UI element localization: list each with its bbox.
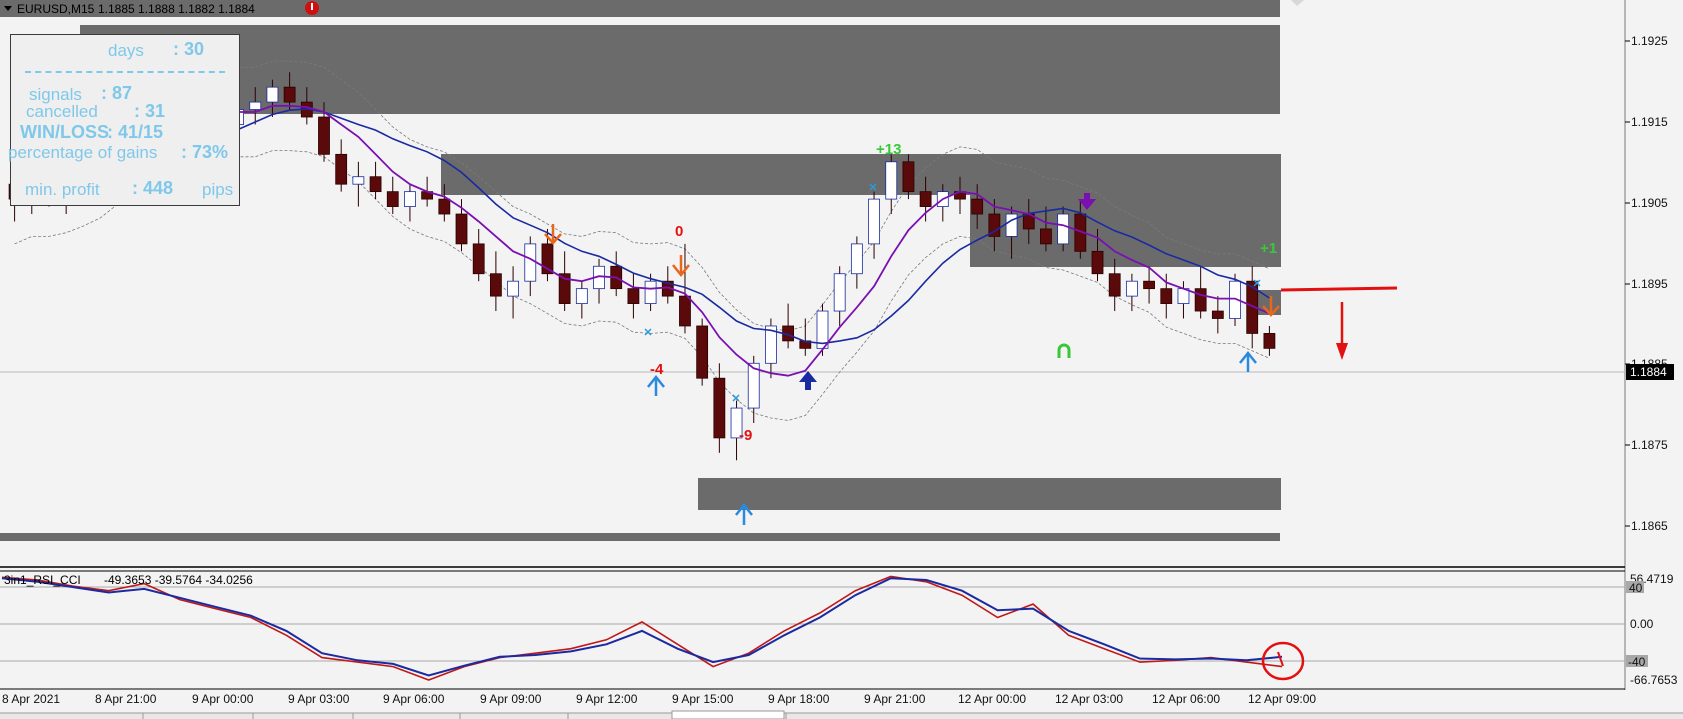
days-label: days <box>108 41 144 60</box>
candle <box>696 318 709 386</box>
signals-value: : 87 <box>101 83 133 103</box>
tab-active[interactable] <box>671 710 785 719</box>
winloss-label: WIN/LOSS <box>20 122 109 142</box>
signal-result-label: -4 <box>650 361 664 378</box>
indicator-series-line <box>1 575 1283 681</box>
signal-result-label: 0 <box>675 223 683 240</box>
winloss-value: : 41/15 <box>107 122 164 142</box>
price-tick: 1.1895 <box>1631 277 1668 291</box>
cancelled-label: cancelled <box>26 102 98 121</box>
time-tick: 9 Apr 06:00 <box>383 692 445 706</box>
divider <box>25 71 225 73</box>
resistance-zone-upper <box>80 25 1280 114</box>
profit-value: : 448 <box>132 178 174 198</box>
time-tick: 9 Apr 15:00 <box>672 692 734 706</box>
signal-result-label: -9 <box>739 427 752 444</box>
indicator-values: -49.3653 -39.5764 -34.0256 <box>104 573 253 587</box>
time-tick: 12 Apr 09:00 <box>1248 692 1316 706</box>
signal-result-label: +1 <box>1260 240 1277 257</box>
support-zone-bottom <box>0 533 1280 541</box>
price-axis[interactable]: 1.1925 1.1915 1.1905 1.1895 1.1885 1.187… <box>1625 34 1674 533</box>
price-tick: 1.1875 <box>1631 438 1668 452</box>
indicator-level-mid-label: 0.00 <box>1630 617 1654 631</box>
time-tick: 12 Apr 03:00 <box>1055 692 1123 706</box>
indicator-min: -66.7653 <box>1630 673 1678 687</box>
time-tick: 9 Apr 09:00 <box>480 692 542 706</box>
time-tick: 12 Apr 00:00 <box>958 692 1026 706</box>
price-tick: 1.1905 <box>1631 196 1668 210</box>
time-tick: 9 Apr 21:00 <box>864 692 926 706</box>
indicator-panel[interactable]: 3in1_RSI_CCI -49.3653 -39.5764 -34.0256 … <box>0 572 1678 687</box>
indicator-title: 3in1_RSI_CCI <box>4 573 81 587</box>
time-tick: 9 Apr 12:00 <box>576 692 638 706</box>
indicator-level-hi-label: 40 <box>1629 581 1643 595</box>
time-tick: 9 Apr 00:00 <box>192 692 254 706</box>
ohlc-values: 1.1885 1.1888 1.1882 1.1884 <box>98 2 255 16</box>
profit-label: min. profit <box>25 180 100 199</box>
trading-chart[interactable]: +13 0 -4 -9 +1 EURUSD,M15 1.1885 1.1888 … <box>0 0 1683 719</box>
time-tick: 8 Apr 21:00 <box>95 692 157 706</box>
price-tick: 1.1915 <box>1631 115 1668 129</box>
symbol-label: EURUSD,M15 <box>17 2 95 16</box>
cancelled-value: : 31 <box>134 101 166 121</box>
gains-label: percentage of gains <box>8 143 158 162</box>
time-tick: 8 Apr 2021 <box>2 692 60 706</box>
gains-value: : 73% <box>181 142 229 162</box>
indicator-level-lo-label: -40 <box>1628 655 1646 669</box>
signal-result-label: +13 <box>876 141 901 158</box>
profit-unit: pips <box>202 180 234 199</box>
time-tick: 9 Apr 18:00 <box>768 692 830 706</box>
alert-icon[interactable] <box>305 1 319 15</box>
price-tick: 1.1925 <box>1631 34 1668 48</box>
price-tick: 1.1865 <box>1631 519 1668 533</box>
candle <box>816 303 829 356</box>
time-axis[interactable]: 8 Apr 2021 8 Apr 21:00 9 Apr 00:00 9 Apr… <box>2 692 1316 706</box>
resistance-zone-middle <box>441 154 1281 195</box>
days-value: : 30 <box>173 39 205 59</box>
time-tick: 9 Apr 03:00 <box>288 692 350 706</box>
current-price-value: 1.1884 <box>1630 365 1667 379</box>
statistics-panel: days : 30 signals : 87 cancelled : 31 WI… <box>8 34 240 206</box>
time-tick: 12 Apr 06:00 <box>1152 692 1220 706</box>
support-zone <box>698 478 1281 510</box>
